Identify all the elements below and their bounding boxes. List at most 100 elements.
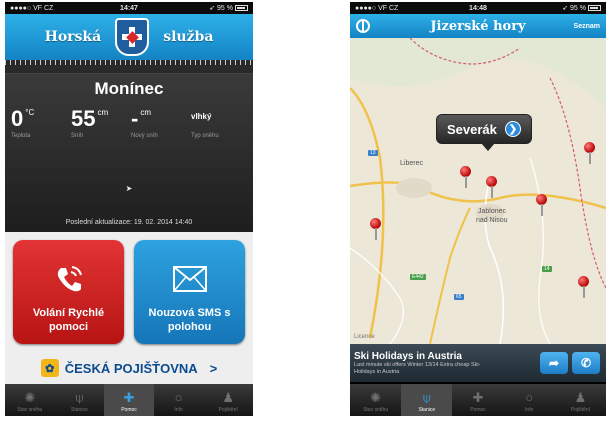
tab-snow-status[interactable]: ✺ Stav sněhu: [5, 384, 55, 416]
insurance-name: ČESKÁ POJIŠŤOVNA: [64, 360, 198, 376]
mountain-rescue-logo: [115, 18, 150, 56]
emergency-sms-button[interactable]: Nouzová SMS s polohou: [134, 240, 245, 344]
antenna-icon: ⍦: [75, 390, 84, 405]
map-pin[interactable]: [584, 142, 598, 168]
phone-screen-help: ●●●●○ VF CZ 14:47 ➶ 95 % Horská služba M…: [5, 2, 253, 416]
header-word-right: služba: [163, 29, 214, 45]
stat-temperature: 0 °C Teplota: [11, 106, 67, 139]
stat-new-snow-unit: cm: [140, 108, 151, 117]
last-update-text: Poslední aktualizace: 19. 02. 2014 14:40: [65, 219, 193, 226]
tab-label: Pojištění: [218, 407, 238, 413]
app-header: Horská služba: [5, 14, 253, 60]
snow-report-panel: Monínec 0 °C Teplota 55 cm Sníh - cm Nový s…: [5, 74, 253, 232]
header-word-left: Horská: [44, 29, 102, 45]
stat-temperature-unit: °C: [25, 108, 35, 117]
speech-bubble-icon: ○: [525, 390, 534, 405]
ruler-divider: [5, 60, 253, 74]
tab-label: Stav sněhu: [17, 407, 43, 413]
stat-temperature-label: Teplota: [11, 133, 31, 139]
stat-new-snow-label: Nový sníh: [131, 133, 158, 139]
call-rescue-button[interactable]: Volání Rychlé pomoci: [13, 240, 124, 344]
tab-stations[interactable]: ⍦ Stanice: [55, 384, 105, 416]
map-pin[interactable]: [536, 194, 550, 220]
stat-snow-type: vlhký Typ sněhu: [191, 106, 247, 139]
map-header: Jizerské hory Seznam: [350, 14, 606, 38]
station-callout[interactable]: Severák ❯: [436, 114, 532, 151]
ad-banner[interactable]: Ski Holidays in Austria Last minute ski …: [350, 344, 606, 382]
tab-label: Info: [525, 407, 534, 413]
list-button[interactable]: Seznam: [574, 23, 600, 30]
map-pin[interactable]: [578, 276, 592, 302]
ad-subtitle: Last minute ski offers Winter 13/14 Extr…: [354, 361, 481, 375]
status-time: 14:48: [469, 4, 487, 12]
map-pin[interactable]: [486, 176, 500, 202]
map-legal-label[interactable]: Licence: [354, 334, 375, 340]
snowflake-icon: ✺: [24, 390, 36, 405]
tab-info[interactable]: ○ Info: [154, 384, 204, 416]
disclosure-arrow-icon[interactable]: ❯: [504, 121, 521, 137]
tab-label: Stav sněhu: [363, 407, 389, 413]
region-title: Jizerské hory: [430, 18, 526, 34]
ad-title: Ski Holidays in Austria: [354, 350, 462, 362]
tab-help[interactable]: ✚ Pomoc: [452, 384, 503, 416]
stats-row: 0 °C Teplota 55 cm Sníh - cm Nový sníh vlhk…: [5, 106, 253, 139]
map-pin[interactable]: [460, 166, 474, 192]
status-time: 14:47: [120, 4, 138, 12]
tab-info[interactable]: ○ Info: [504, 384, 555, 416]
stat-snow-unit: cm: [97, 108, 109, 117]
battery-icon: [235, 5, 248, 11]
envelope-icon: [172, 262, 207, 296]
tab-insurance[interactable]: ♟ Pojištění: [203, 384, 253, 416]
call-rescue-label: Volání Rychlé pomoci: [32, 307, 105, 333]
share-arrow-icon[interactable]: ➦: [540, 352, 568, 374]
tab-label: Stanice: [71, 407, 88, 413]
phone-icon[interactable]: ✆: [572, 352, 600, 374]
map-pin[interactable]: [370, 218, 384, 244]
plus-icon: ✚: [123, 390, 135, 405]
status-bar: ●●●●○ VF CZ 14:47 ➶ 95 %: [5, 2, 253, 14]
help-actions: Volání Rychlé pomoci Nouzová SMS s poloh…: [5, 232, 253, 386]
tab-label: Stanice: [418, 407, 436, 413]
stat-snow-type-value: vlhký: [191, 112, 212, 121]
city-label-liberec: Liberec: [400, 160, 423, 167]
road-badge: 13: [368, 150, 378, 156]
antenna-icon: ⍦: [422, 390, 431, 405]
insurance-icon: ♟: [574, 390, 587, 405]
callout-title: Severák: [447, 121, 497, 137]
tab-label: Pojištění: [570, 407, 590, 413]
stat-snow-value: 55: [71, 106, 96, 131]
city-label-nad-nisou: nad Nisou: [476, 217, 508, 224]
city-label-jablonec: Jablonec: [478, 208, 507, 215]
wind-direction-icon: ➤: [125, 184, 133, 193]
stat-snow-type-label: Typ sněhu: [191, 133, 219, 139]
insurance-banner-link[interactable]: ✿ ČESKÁ POJIŠŤOVNA >: [13, 354, 245, 382]
insurance-logo-icon: ✿: [40, 359, 59, 377]
status-bar: ●●●●○ VF CZ 14:48 ➶ 95 %: [350, 2, 606, 14]
tab-bar: ✺ Stav sněhu ⍦ Stanice ✚ Pomoc ○ Info ♟ Pojiš…: [350, 384, 606, 416]
map-view[interactable]: Liberec Jablonec nad Nisou 13 E442 65 14…: [350, 38, 606, 344]
phone-call-icon: [52, 262, 86, 296]
chevron-right-icon: >: [209, 360, 218, 376]
map-background: [350, 38, 606, 344]
road-badge: 65: [454, 294, 464, 300]
battery-icon: [588, 5, 601, 11]
plus-icon: ✚: [472, 390, 484, 405]
stat-new-snow-value: -: [131, 106, 139, 131]
stat-new-snow: - cm Nový sníh: [131, 106, 187, 139]
road-badge: E442: [410, 274, 426, 280]
stat-snow-label: Sníh: [71, 133, 84, 139]
tab-insurance[interactable]: ♟ Pojištění: [555, 384, 606, 416]
road-badge: 14: [542, 266, 552, 272]
tab-stations[interactable]: ⍦ Stanice: [401, 384, 453, 416]
phone-screen-map: ●●●●○ VF CZ 14:48 ➶ 95 % Jizerské hory S…: [350, 2, 606, 416]
emergency-sms-label: Nouzová SMS s polohou: [148, 307, 231, 333]
stat-temperature-value: 0: [11, 106, 24, 131]
insurance-icon: ♟: [222, 390, 234, 405]
tab-help[interactable]: ✚ Pomoc: [104, 384, 154, 416]
stat-snow: 55 cm Sníh: [71, 106, 127, 139]
tab-bar: ✺ Stav sněhu ⍦ Stanice ✚ Pomoc ○ Info ♟ Pojiš…: [5, 384, 253, 416]
tab-snow-status[interactable]: ✺ Stav sněhu: [350, 384, 401, 416]
snowflake-icon: ✺: [370, 390, 382, 405]
tab-label: Pomoc: [121, 407, 137, 413]
tab-label: Info: [174, 407, 183, 413]
